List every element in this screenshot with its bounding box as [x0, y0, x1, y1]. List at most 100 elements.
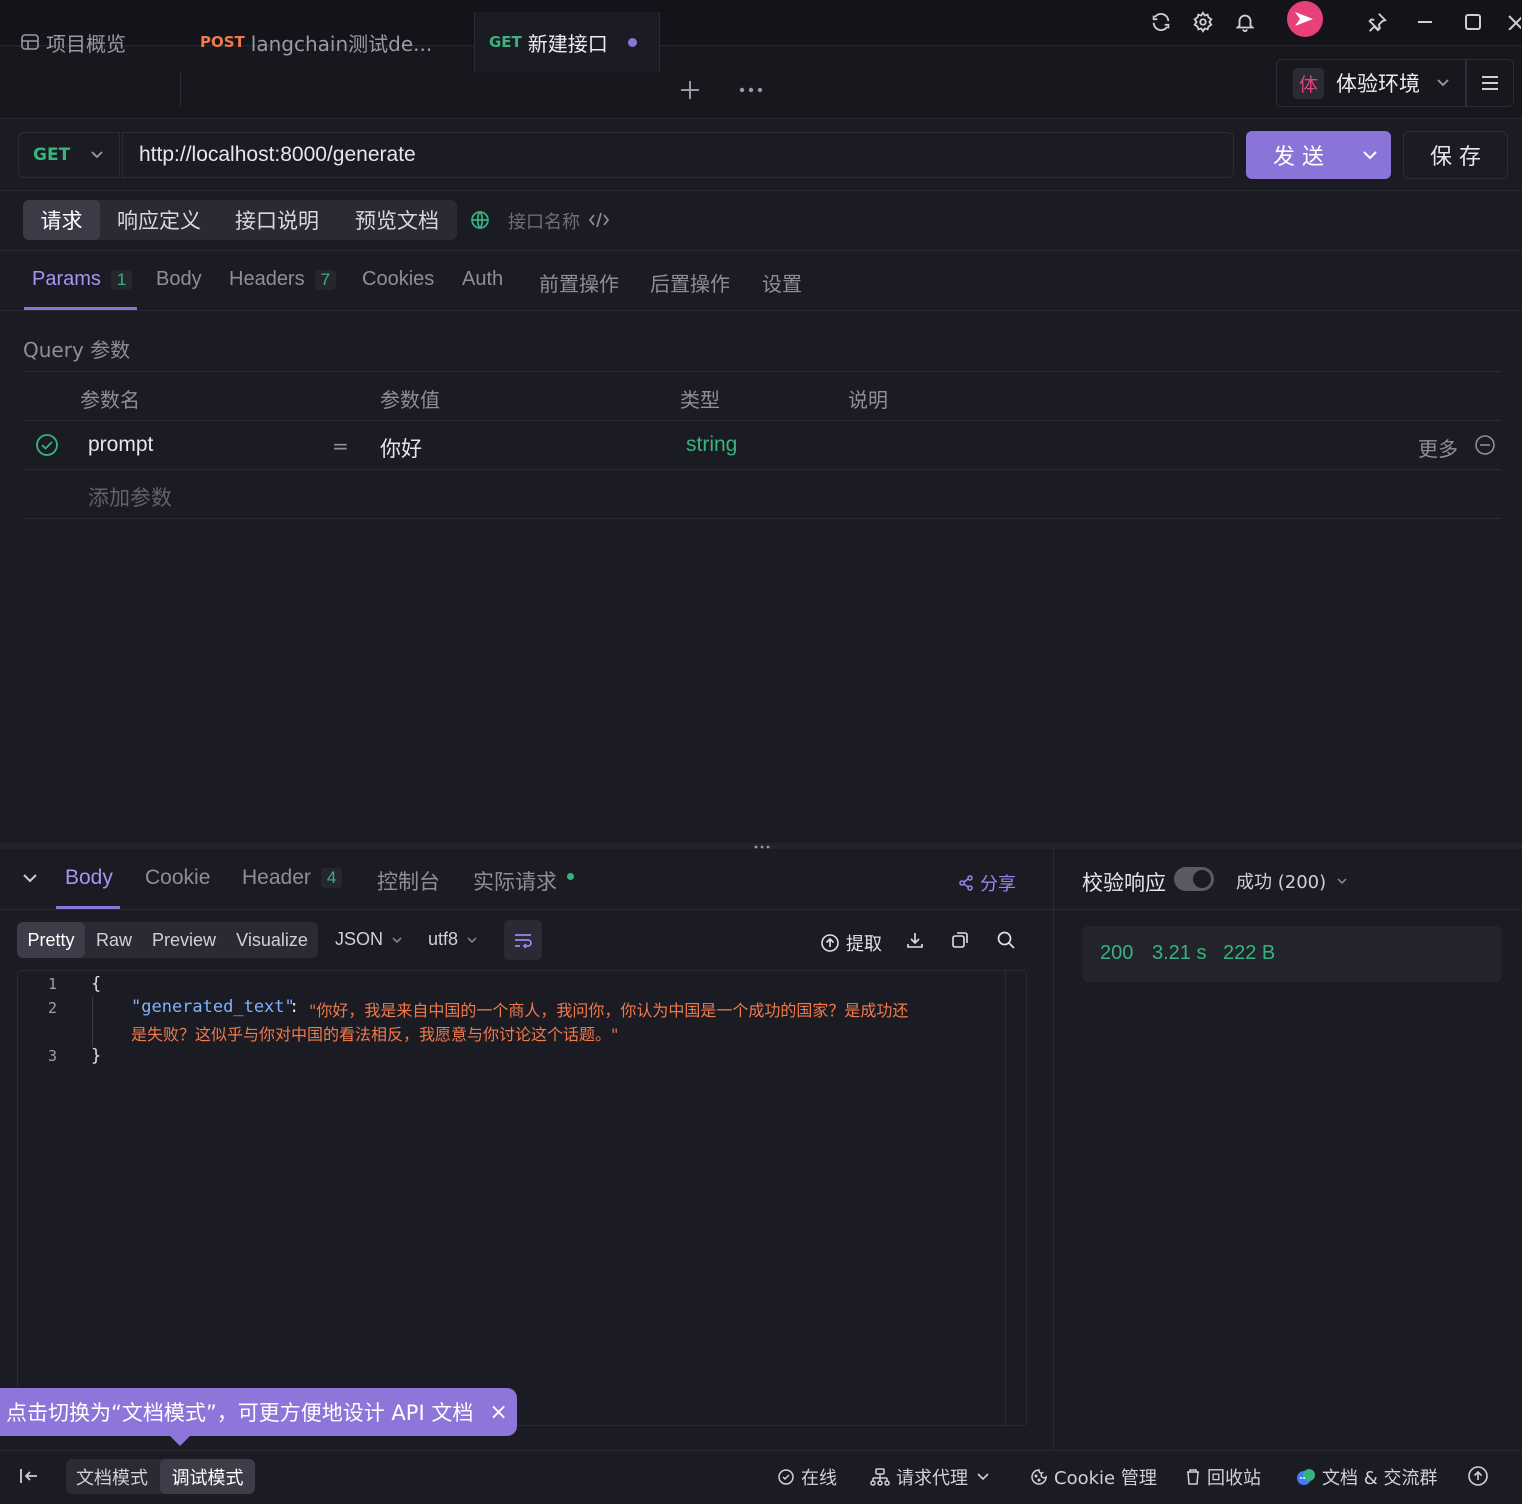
doc-mode-button[interactable]: 文档模式: [66, 1459, 158, 1494]
mode-preview-doc[interactable]: 预览文档: [341, 200, 453, 240]
request-proxy-select[interactable]: 请求代理: [870, 1464, 990, 1490]
mode-response-definition[interactable]: 响应定义: [103, 200, 215, 240]
tab-post-langchain[interactable]: POST langchain测试de...: [200, 12, 470, 72]
wrap-lines-icon[interactable]: [504, 920, 542, 960]
cookie-manager[interactable]: Cookie 管理: [1030, 1464, 1157, 1490]
response-tab-actual-request[interactable]: 实际请求: [473, 866, 574, 896]
menu-icon[interactable]: [1466, 59, 1514, 107]
tab-get-new-api[interactable]: GET 新建接口: [474, 12, 660, 72]
search-icon[interactable]: [996, 930, 1016, 950]
mode-request[interactable]: 请求: [23, 200, 100, 240]
status-dot-icon: [567, 872, 574, 880]
online-status[interactable]: 在线: [777, 1464, 837, 1490]
tab-settings[interactable]: 设置: [762, 268, 802, 297]
format-visualize[interactable]: Visualize: [229, 922, 315, 958]
response-tab-body[interactable]: Body: [65, 866, 113, 890]
tab-headers[interactable]: Headers 7: [229, 268, 337, 291]
collapse-sidebar-icon[interactable]: [18, 1466, 40, 1486]
tab-params[interactable]: Params 1: [32, 268, 133, 291]
extract-label: 提取: [846, 934, 882, 955]
minimize-icon[interactable]: [1409, 6, 1441, 38]
validate-toggle[interactable]: [1174, 867, 1214, 891]
line-number: 2: [48, 999, 58, 1017]
environment-select[interactable]: 体 体验环境: [1276, 59, 1466, 107]
method-badge: GET: [489, 33, 522, 51]
debug-mode-button[interactable]: 调试模式: [160, 1459, 255, 1494]
scrollbar-track[interactable]: [1005, 971, 1006, 1425]
params-count-badge: 1: [110, 269, 133, 290]
tooltip-close-button[interactable]: ×: [489, 1400, 507, 1425]
method-select[interactable]: GET: [18, 132, 120, 178]
param-type-select[interactable]: string: [686, 433, 737, 457]
code-icon[interactable]: [588, 210, 610, 230]
tab-pre-operations[interactable]: 前置操作: [539, 268, 619, 297]
format-preview[interactable]: Preview: [143, 922, 225, 958]
tab-post-operations[interactable]: 后置操作: [650, 268, 730, 297]
response-tab-console[interactable]: 控制台: [377, 866, 440, 896]
divider: [0, 909, 1053, 910]
response-tab-cookie[interactable]: Cookie: [145, 866, 210, 890]
status-select-label: 成功 (200): [1236, 872, 1327, 893]
docs-community[interactable]: 文档 & 交流群: [1296, 1464, 1437, 1490]
overview-icon: [20, 32, 40, 52]
encoding-select[interactable]: utf8: [428, 929, 478, 950]
checkbox-checked-icon[interactable]: [35, 433, 59, 457]
status-select[interactable]: 成功 (200): [1236, 868, 1348, 894]
format-pretty[interactable]: Pretty: [17, 922, 85, 958]
scroll-to-top-icon[interactable]: [1467, 1465, 1489, 1487]
share-button[interactable]: 分享: [958, 870, 1016, 896]
pin-icon[interactable]: [1361, 6, 1393, 38]
share-icon: [958, 875, 974, 891]
tab-project-overview[interactable]: 项目概览: [20, 12, 180, 72]
add-param-input[interactable]: 添加参数: [88, 482, 172, 512]
param-value-input[interactable]: 你好: [380, 433, 422, 463]
extract-button[interactable]: 提取: [820, 930, 882, 956]
api-name-input[interactable]: 接口名称: [508, 208, 580, 234]
mode-toggle: 文档模式 调试模式: [66, 1459, 255, 1494]
add-tab-icon[interactable]: [678, 78, 702, 102]
json-colon: :: [289, 997, 310, 1017]
code-brace-open: {: [91, 974, 102, 994]
close-icon[interactable]: [1506, 6, 1522, 38]
chevron-down-icon[interactable]: [1362, 150, 1378, 160]
headers-count-badge: 7: [314, 269, 337, 290]
tab-auth[interactable]: Auth: [462, 268, 503, 291]
globe-icon[interactable]: [470, 210, 490, 230]
tab-body[interactable]: Body: [156, 268, 202, 291]
more-tabs-icon[interactable]: [738, 78, 764, 102]
mode-api-description[interactable]: 接口说明: [221, 200, 333, 240]
url-input[interactable]: http://localhost:8000/generate: [122, 132, 1234, 178]
language-label: JSON: [335, 929, 384, 949]
response-code-editor[interactable]: 1 2 3 { "generated_text" : "你好，我是来自中国的一个…: [17, 970, 1027, 1426]
download-icon[interactable]: [905, 930, 925, 950]
avatar[interactable]: [1286, 0, 1324, 38]
code-brace-close: }: [91, 1046, 102, 1066]
bell-icon[interactable]: [1229, 6, 1261, 38]
send-button[interactable]: 发 送: [1246, 131, 1391, 179]
divider: [0, 190, 1522, 191]
divider: [0, 310, 1522, 311]
maximize-icon[interactable]: [1457, 6, 1489, 38]
settings-icon[interactable]: [1187, 6, 1219, 38]
drag-handle-icon[interactable]: [753, 844, 771, 850]
col-header-type: 类型: [680, 388, 720, 412]
divider: [23, 469, 1501, 470]
remove-row-icon[interactable]: [1474, 434, 1496, 456]
cookie-label: Cookie 管理: [1054, 1468, 1157, 1489]
more-button[interactable]: 更多: [1418, 433, 1458, 462]
refresh-icon[interactable]: [1145, 6, 1177, 38]
format-raw[interactable]: Raw: [89, 922, 139, 958]
line-number: 1: [48, 975, 58, 993]
tab-label: Params: [32, 268, 101, 290]
recycle-bin[interactable]: 回收站: [1185, 1464, 1261, 1490]
chevron-down-icon: [1436, 78, 1450, 88]
language-select[interactable]: JSON: [335, 929, 403, 950]
param-name-input[interactable]: prompt: [88, 433, 153, 457]
panel-divider: [1053, 849, 1054, 1449]
response-tab-header[interactable]: Header 4: [242, 866, 343, 890]
collapse-chevron-icon[interactable]: [22, 872, 38, 884]
save-button[interactable]: 保 存: [1403, 131, 1508, 179]
tab-cookies[interactable]: Cookies: [362, 268, 434, 291]
copy-icon[interactable]: [950, 930, 970, 950]
recycle-label: 回收站: [1207, 1468, 1261, 1489]
